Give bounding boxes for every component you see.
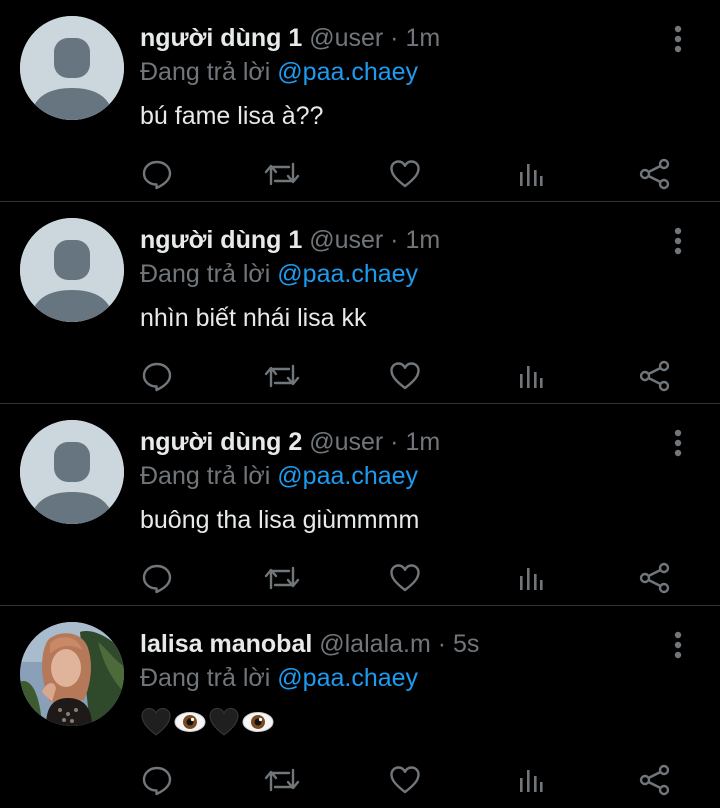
default-avatar-icon [20, 218, 124, 322]
retweet-icon[interactable] [262, 356, 302, 396]
timestamp[interactable]: 1m [405, 24, 440, 52]
profile-photo [20, 622, 124, 726]
more-options-icon[interactable] [664, 22, 692, 56]
black-heart-icon [140, 706, 172, 738]
like-icon[interactable] [385, 760, 425, 800]
views-icon[interactable] [511, 356, 551, 396]
default-avatar-icon [20, 420, 124, 524]
replying-to: Đang trả lời @paa.chaey [140, 258, 418, 290]
separator-dot: · [390, 428, 399, 456]
user-handle[interactable]: @lalala.m [319, 630, 431, 658]
retweet-icon[interactable] [262, 760, 302, 800]
timestamp[interactable]: 1m [405, 226, 440, 254]
mention-link[interactable]: @paa.chaey [277, 664, 418, 692]
reply-icon[interactable] [137, 356, 177, 396]
share-icon[interactable] [635, 558, 675, 598]
display-name[interactable]: người dùng 1 [140, 226, 302, 254]
replying-to: Đang trả lời @paa.chaey [140, 460, 418, 492]
more-options-icon[interactable] [664, 224, 692, 258]
tweet[interactable]: lalisa manobal @lalala.m · 5s Đang trả l… [0, 606, 720, 808]
replying-to-label: Đang trả lời [140, 664, 271, 692]
like-icon[interactable] [385, 154, 425, 194]
eye-icon [174, 706, 206, 738]
separator-dot: · [437, 630, 447, 658]
views-icon[interactable] [511, 558, 551, 598]
mention-link[interactable]: @paa.chaey [277, 58, 418, 86]
action-bar [0, 154, 720, 194]
tweet-header: người dùng 1 @user · 1m [140, 22, 440, 54]
eye-icon [242, 706, 274, 738]
tweet[interactable]: người dùng 1 @user · 1m Đang trả lời @pa… [0, 0, 720, 202]
action-bar [0, 356, 720, 396]
action-bar [0, 760, 720, 800]
user-handle[interactable]: @user [309, 226, 383, 254]
reply-icon[interactable] [137, 760, 177, 800]
mention-link[interactable]: @paa.chaey [277, 260, 418, 288]
user-handle[interactable]: @user [309, 24, 383, 52]
tweet[interactable]: người dùng 1 @user · 1m Đang trả lời @pa… [0, 202, 720, 404]
replying-to: Đang trả lời @paa.chaey [140, 56, 418, 88]
like-icon[interactable] [385, 356, 425, 396]
retweet-icon[interactable] [262, 558, 302, 598]
replying-to-label: Đang trả lời [140, 260, 271, 288]
tweet-header: lalisa manobal @lalala.m · 5s [140, 628, 479, 660]
tweet[interactable]: người dùng 2 @user · 1m Đang trả lời @pa… [0, 404, 720, 606]
tweet-text: buông tha lisa giùmmmm [140, 506, 420, 534]
retweet-icon[interactable] [262, 154, 302, 194]
reply-icon[interactable] [137, 154, 177, 194]
more-options-icon[interactable] [664, 628, 692, 662]
display-name[interactable]: người dùng 1 [140, 24, 302, 52]
reply-icon[interactable] [137, 558, 177, 598]
tweet-text: bú fame lisa à?? [140, 102, 324, 130]
replying-to: Đang trả lời @paa.chaey [140, 662, 418, 694]
avatar[interactable] [20, 622, 124, 726]
user-handle[interactable]: @user [309, 428, 383, 456]
reply-feed: người dùng 1 @user · 1m Đang trả lời @pa… [0, 0, 720, 796]
display-name[interactable]: người dùng 2 [140, 428, 302, 456]
views-icon[interactable] [511, 760, 551, 800]
display-name[interactable]: lalisa manobal [140, 630, 312, 658]
timestamp[interactable]: 1m [405, 428, 440, 456]
views-icon[interactable] [511, 154, 551, 194]
share-icon[interactable] [635, 154, 675, 194]
share-icon[interactable] [635, 760, 675, 800]
like-icon[interactable] [385, 558, 425, 598]
avatar[interactable] [20, 420, 124, 524]
share-icon[interactable] [635, 356, 675, 396]
mention-link[interactable]: @paa.chaey [277, 462, 418, 490]
tweet-emojis [140, 706, 274, 746]
tweet-header: người dùng 1 @user · 1m [140, 224, 440, 256]
separator-dot: · [390, 24, 399, 52]
avatar[interactable] [20, 16, 124, 120]
default-avatar-icon [20, 16, 124, 120]
replying-to-label: Đang trả lời [140, 462, 271, 490]
more-options-icon[interactable] [664, 426, 692, 460]
black-heart-icon [208, 706, 240, 738]
avatar[interactable] [20, 218, 124, 322]
tweet-header: người dùng 2 @user · 1m [140, 426, 440, 458]
timestamp[interactable]: 5s [453, 630, 479, 658]
replying-to-label: Đang trả lời [140, 58, 271, 86]
separator-dot: · [390, 226, 399, 254]
action-bar [0, 558, 720, 598]
tweet-text: nhìn biết nhái lisa kk [140, 304, 367, 332]
